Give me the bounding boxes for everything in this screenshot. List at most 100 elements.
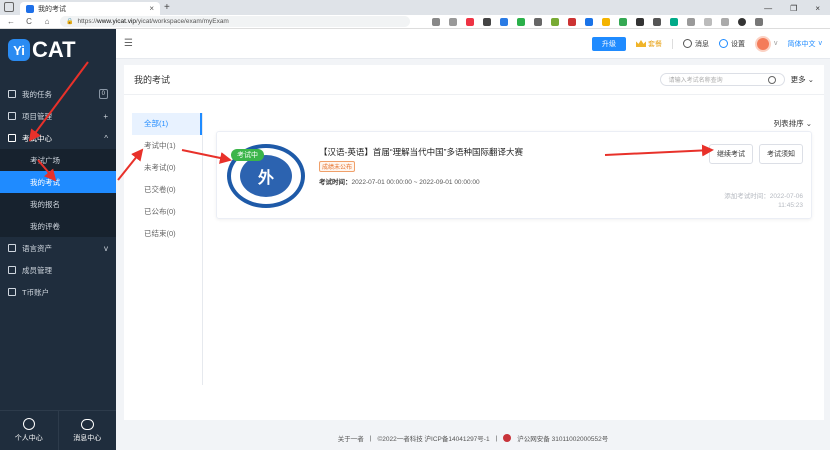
browser-tab-my-exam[interactable]: 我的考试 × xyxy=(20,2,160,15)
about-link[interactable]: 关于一者 xyxy=(338,433,364,443)
gear-icon xyxy=(719,39,728,48)
sidebar-item-my-registration[interactable]: 我的报名 xyxy=(0,193,116,215)
extension-14-icon[interactable] xyxy=(687,17,695,26)
police-badge-icon xyxy=(503,434,512,442)
sidebar-item-exam-center[interactable]: 考试中心 ^ xyxy=(0,127,116,149)
main-content: 我的考试 请输入考试名称查询 更多 ⌄ 全部(1) 考试中(1) 未考试(0) … xyxy=(124,65,824,420)
user-icon xyxy=(22,418,35,430)
sort-dropdown[interactable]: 列表排序 ⌄ xyxy=(774,118,812,129)
footer: 关于一者 | ©2022一者科技 沪ICP备14041297号-1 | 沪公网安… xyxy=(116,426,830,450)
sidebar-item-member-management[interactable]: 成员管理 xyxy=(0,259,116,281)
read-aloud-icon[interactable] xyxy=(432,17,440,26)
sidebar-item-language-assets[interactable]: 语言资产 v xyxy=(0,237,116,259)
more-dropdown[interactable]: 更多 ⌄ xyxy=(791,74,814,85)
wallet-icon xyxy=(8,288,16,296)
footer-separator: | xyxy=(495,434,498,442)
message-center-button[interactable]: 消息中心 xyxy=(57,411,117,450)
logo-yi: Yi xyxy=(8,39,30,61)
chevron-down-icon: v xyxy=(104,243,108,253)
maximize-button[interactable]: ❐ xyxy=(790,4,797,13)
exam-notice-button[interactable]: 考试须知 xyxy=(759,144,803,164)
sidebar: Yi CAT 我的任务 0 项目管理 + 考试中心 ^ 考试广场 我的考试 我的… xyxy=(0,29,116,450)
favorites-icon[interactable] xyxy=(704,17,712,26)
back-icon[interactable]: ← xyxy=(6,17,16,26)
extension-6-icon[interactable] xyxy=(551,17,559,26)
menu-collapse-icon[interactable]: ☰ xyxy=(124,38,133,49)
language-select[interactable]: 简体中文 v xyxy=(788,39,823,49)
exam-title[interactable]: 【汉语-英语】首届“理解当代中国”多语种国际翻译大赛 xyxy=(319,146,523,158)
zoom-icon[interactable] xyxy=(449,17,457,26)
extension-2-icon[interactable] xyxy=(483,17,491,26)
exam-actions: 继续考试 考试须知 xyxy=(709,144,803,164)
chevron-up-icon: ^ xyxy=(104,133,108,143)
new-tab-button[interactable]: + xyxy=(164,2,170,15)
exam-card[interactable]: 外 考试中 【汉语-英语】首届“理解当代中国”多语种国际翻译大赛 成绩未公布 考… xyxy=(216,131,812,219)
collections-icon[interactable] xyxy=(721,17,729,26)
vip-package-link[interactable]: 套餐 xyxy=(636,39,662,49)
extension-10-icon[interactable] xyxy=(619,17,627,26)
sidebar-item-my-exam[interactable]: 我的考试 xyxy=(0,171,116,193)
continue-exam-button[interactable]: 继续考试 xyxy=(709,144,753,164)
filter-not-taken[interactable]: 未考试(0) xyxy=(132,157,202,179)
minimize-button[interactable]: — xyxy=(764,4,772,13)
search-input[interactable]: 请输入考试名称查询 xyxy=(659,73,785,86)
status-badge: 考试中 xyxy=(231,149,264,161)
window-menu-icon[interactable] xyxy=(4,2,14,12)
upgrade-button[interactable]: 升级 xyxy=(592,36,626,51)
sidebar-item-label: 考试中心 xyxy=(22,133,52,143)
extension-8-icon[interactable] xyxy=(585,17,593,26)
task-icon xyxy=(8,90,16,98)
extension-7-icon[interactable] xyxy=(568,17,576,26)
window-controls: — ❐ × xyxy=(764,1,830,15)
crown-icon xyxy=(636,40,646,47)
filter-published[interactable]: 已公布(0) xyxy=(132,201,202,223)
extension-11-icon[interactable] xyxy=(636,17,644,26)
extension-5-icon[interactable] xyxy=(534,17,542,26)
filter-ended[interactable]: 已结束(0) xyxy=(132,223,202,245)
sidebar-menu: 我的任务 0 项目管理 + 考试中心 ^ 考试广场 我的考试 我的报名 我的评卷… xyxy=(0,83,116,303)
extension-12-icon[interactable] xyxy=(653,17,661,26)
tab-title: 我的考试 xyxy=(38,5,66,13)
tab-close-icon[interactable]: × xyxy=(149,4,154,13)
content-header: 我的考试 请输入考试名称查询 更多 ⌄ xyxy=(124,65,824,95)
personal-center-label: 个人中心 xyxy=(14,435,43,442)
browser-menu-icon[interactable] xyxy=(755,17,763,26)
bell-icon xyxy=(683,39,692,48)
profile-icon[interactable] xyxy=(738,17,746,26)
extension-13-icon[interactable] xyxy=(670,17,678,26)
sidebar-item-exam-square[interactable]: 考试广场 xyxy=(0,149,116,171)
filter-all[interactable]: 全部(1) xyxy=(132,113,202,135)
sidebar-item-project-management[interactable]: 项目管理 + xyxy=(0,105,116,127)
plus-icon[interactable]: + xyxy=(103,112,108,121)
police-record-text[interactable]: 沪公网安备 31011002000552号 xyxy=(517,433,608,443)
sidebar-item-label: 我的任务 xyxy=(22,89,52,99)
refresh-icon[interactable]: C xyxy=(24,17,34,26)
extension-9-icon[interactable] xyxy=(602,17,610,26)
settings-label: 设置 xyxy=(731,40,745,48)
settings-link[interactable]: 设置 xyxy=(719,39,745,49)
filter-submitted[interactable]: 已交卷(0) xyxy=(132,179,202,201)
divider xyxy=(202,113,203,385)
home-icon[interactable]: ⌂ xyxy=(42,17,52,26)
user-menu[interactable]: v xyxy=(755,35,778,52)
messages-link[interactable]: 消息 xyxy=(683,39,709,49)
yicat-logo[interactable]: Yi CAT xyxy=(0,29,116,71)
url-field[interactable]: 🔒 https://www.yicat.vip/yicat/workspace/… xyxy=(60,16,410,27)
search-icon[interactable] xyxy=(767,75,776,84)
avatar xyxy=(755,35,771,52)
sidebar-item-my-grading[interactable]: 我的评卷 xyxy=(0,215,116,237)
assets-icon xyxy=(8,244,16,252)
sidebar-item-t-coin-account[interactable]: T币账户 xyxy=(0,281,116,303)
copyright-text[interactable]: ©2022一者科技 沪ICP备14041297号-1 xyxy=(377,433,489,443)
url-host: www.yicat.vip xyxy=(97,18,137,25)
language-label: 简体中文 xyxy=(787,40,816,48)
extension-3-icon[interactable] xyxy=(500,17,508,26)
url-prefix: https:// xyxy=(77,18,97,25)
extension-1-icon[interactable] xyxy=(466,17,474,26)
extension-4-icon[interactable] xyxy=(517,17,525,26)
sidebar-item-my-tasks[interactable]: 我的任务 0 xyxy=(0,83,116,105)
filter-in-progress[interactable]: 考试中(1) xyxy=(132,135,202,157)
close-window-button[interactable]: × xyxy=(815,4,820,13)
personal-center-button[interactable]: 个人中心 xyxy=(0,411,58,450)
members-icon xyxy=(8,266,16,274)
